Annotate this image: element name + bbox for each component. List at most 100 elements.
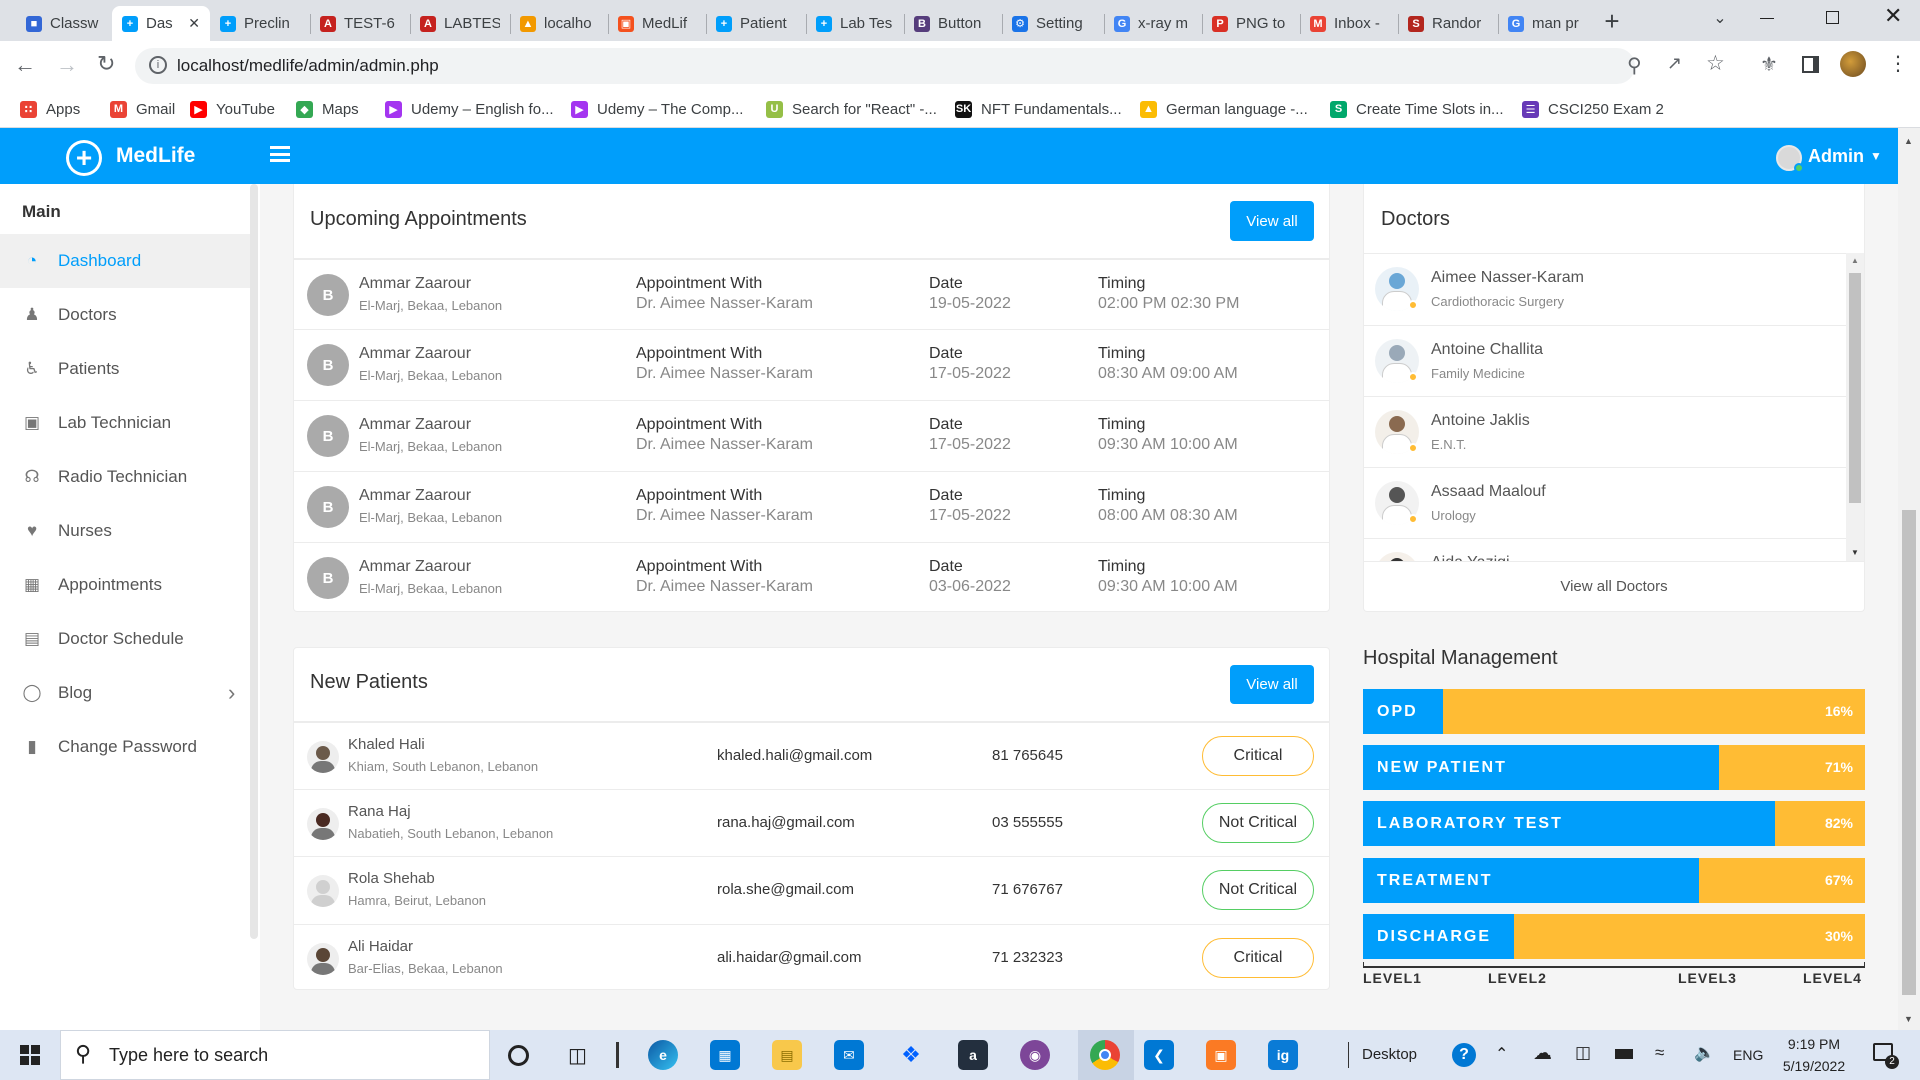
tab-title[interactable]: Classw (50, 15, 102, 32)
sidebar-item-patients[interactable]: ♿ Patients (0, 342, 258, 396)
status-badge[interactable]: Critical (1202, 736, 1314, 776)
tab-title[interactable]: PNG to (1236, 15, 1290, 32)
battery-icon[interactable] (1615, 1049, 1633, 1059)
page-scroll-up-icon[interactable]: ▲ (1904, 136, 1913, 146)
sidebar-item-lab-technician[interactable]: ▣ Lab Technician (0, 396, 258, 450)
patient-email[interactable]: rana.haj@gmail.com (717, 814, 855, 831)
maximize-icon[interactable] (1826, 11, 1839, 24)
site-info-icon[interactable]: i (149, 56, 167, 74)
bookmark-label[interactable]: German language -... (1166, 101, 1308, 118)
doctor-row[interactable]: Aimee Nasser-Karam Cardiothoracic Surgery (1364, 254, 1846, 325)
patient-name[interactable]: Ali Haidar (348, 938, 413, 955)
sidebar-item-change-password[interactable]: ▮ Change Password (0, 720, 258, 774)
clock-time[interactable]: 9:19 PM (1778, 1036, 1850, 1052)
bookmark-csci250-exam-2[interactable]: ☰ CSCI250 Exam 2 (1522, 97, 1664, 121)
patient-name[interactable]: Ammar Zaarour (359, 345, 471, 363)
tab-lab-tes[interactable]: + Lab Tes (806, 6, 904, 41)
tab-man-pr[interactable]: Gman pr (1498, 6, 1590, 41)
tab-labtes[interactable]: A LABTES (410, 6, 510, 41)
tab-randor[interactable]: S Randor (1398, 6, 1498, 41)
sidebar-scrollbar[interactable] (250, 184, 258, 939)
appointment-row[interactable]: B Ammar Zaarour El-Marj, Bekaa, Lebanon App… (294, 258, 1329, 329)
tab-title[interactable]: Lab Tes (840, 15, 894, 32)
bookmark-label[interactable]: Create Time Slots in... (1356, 101, 1504, 118)
windows-start-icon[interactable] (20, 1045, 40, 1065)
patient-name[interactable]: Rana Haj (348, 803, 411, 820)
doctors-scroll-thumb[interactable] (1849, 273, 1861, 503)
tab-close-icon[interactable]: ✕ (188, 15, 200, 32)
patient-row[interactable]: Khaled Hali Khiam, South Lebanon, Lebanon… (294, 721, 1329, 788)
share-icon[interactable]: ↗ (1667, 53, 1682, 74)
patient-email[interactable]: khaled.hali@gmail.com (717, 747, 872, 764)
bookmark-label[interactable]: YouTube (216, 101, 275, 118)
patient-row[interactable]: Ali Haidar Bar-Elias, Bekaa, Lebanon ali.h… (294, 923, 1329, 991)
microsoft-store-icon[interactable]: ▦ (710, 1040, 740, 1070)
tab-das[interactable]: + Das ✕ (112, 6, 210, 41)
sidebar-item-nurses[interactable]: ♥ Nurses (0, 504, 258, 558)
patient-email[interactable]: ali.haidar@gmail.com (717, 949, 861, 966)
user-dropdown-icon[interactable]: ▼ (1870, 149, 1882, 163)
xampp-icon[interactable]: ▣ (1206, 1040, 1236, 1070)
medlife-logo-icon[interactable]: + (66, 140, 102, 176)
tray-chevron-icon[interactable]: ⌃ (1495, 1044, 1508, 1064)
bookmark-udemy-english-fo[interactable]: ▶ Udemy – English fo... (385, 97, 554, 121)
doctor-row[interactable]: Aida Yazigi (1364, 538, 1846, 561)
doctor-name[interactable]: Antoine Jaklis (1431, 412, 1530, 430)
bookmark-label[interactable]: Search for "React" -... (792, 101, 937, 118)
patient-name[interactable]: Rola Shehab (348, 870, 435, 887)
tab-preclin[interactable]: + Preclin (210, 6, 310, 41)
sidebar-item-appointments[interactable]: ▦ Appointments (0, 558, 258, 612)
appointments-view-all-button[interactable]: View all (1230, 201, 1314, 241)
patient-name[interactable]: Ammar Zaarour (359, 487, 471, 505)
ig-app-icon[interactable]: ig (1268, 1040, 1298, 1070)
patient-row[interactable]: Rola Shehab Hamra, Beirut, Lebanon rola.sh… (294, 856, 1329, 923)
chrome-icon[interactable] (1090, 1040, 1120, 1070)
status-badge[interactable]: Critical (1202, 937, 1314, 978)
bookmark-maps[interactable]: ◆ Maps (296, 97, 359, 121)
user-name[interactable]: Admin (1808, 146, 1864, 167)
bookmark-label[interactable]: NFT Fundamentals... (981, 101, 1122, 118)
reload-icon[interactable]: ↻ (97, 51, 115, 77)
desktop-label[interactable]: Desktop (1362, 1046, 1417, 1063)
mail-icon[interactable]: ✉ (834, 1040, 864, 1070)
tab-patient[interactable]: + Patient (706, 6, 806, 41)
taskbar-search-placeholder[interactable]: Type here to search (109, 1045, 268, 1066)
doctor-row[interactable]: Antoine Jaklis E.N.T. (1364, 396, 1846, 467)
bookmark-label[interactable]: Udemy – English fo... (411, 101, 554, 118)
back-icon[interactable]: ← (14, 52, 36, 78)
page-scrollbar[interactable]: ▲ ▼ (1898, 128, 1920, 1030)
tab-medlif[interactable]: ▣ MedLif (608, 6, 706, 41)
device-icon[interactable]: ◫ (1575, 1043, 1591, 1063)
url-text[interactable]: localhost/medlife/admin/admin.php (177, 56, 439, 76)
wifi-icon[interactable]: ≈ (1655, 1043, 1664, 1063)
bookmark-apps[interactable]: ∷ Apps (20, 97, 80, 121)
tab-title[interactable]: Patient (740, 15, 796, 32)
zoom-icon[interactable]: ⚲ (1627, 53, 1642, 78)
doctor-name[interactable]: Antoine Challita (1431, 341, 1543, 359)
taskbar-search-box[interactable]: ⚲ Type here to search (60, 1030, 490, 1080)
browser-menu-icon[interactable]: ⋮ (1888, 51, 1908, 76)
tab-title[interactable]: Inbox - (1334, 15, 1388, 32)
doctors-scroll-down-icon[interactable]: ▼ (1851, 548, 1859, 557)
page-scroll-thumb[interactable] (1902, 510, 1916, 995)
onedrive-icon[interactable]: ☁ (1533, 1042, 1552, 1065)
sidebar-item-doctor-schedule[interactable]: ▤ Doctor Schedule (0, 612, 258, 666)
cortana-icon[interactable] (508, 1045, 529, 1066)
help-icon[interactable]: ? (1452, 1043, 1476, 1067)
new-tab-button[interactable]: + (1597, 6, 1627, 36)
address-bar[interactable]: i localhost/medlife/admin/admin.php ⚲ ↗ … (135, 48, 1725, 84)
clock-date[interactable]: 5/19/2022 (1770, 1058, 1858, 1074)
status-badge[interactable]: Not Critical (1202, 870, 1314, 910)
tab-classw[interactable]: ■ Classw (16, 6, 112, 41)
file-explorer-icon[interactable]: ▤ (772, 1040, 802, 1070)
appointment-row[interactable]: B Ammar Zaarour El-Marj, Bekaa, Lebanon App… (294, 400, 1329, 471)
view-all-doctors-link[interactable]: View all Doctors (1364, 561, 1864, 611)
sidebar-item-blog[interactable]: ◯ Blog › (0, 666, 258, 720)
bookmark-label[interactable]: Udemy – The Comp... (597, 101, 743, 118)
bookmark-label[interactable]: Gmail (136, 101, 175, 118)
vscode-icon[interactable]: ❮ (1144, 1040, 1174, 1070)
tab-png-to[interactable]: P PNG to (1202, 6, 1300, 41)
tab-test-6[interactable]: A TEST-6 (310, 6, 410, 41)
appointment-row[interactable]: B Ammar Zaarour El-Marj, Bekaa, Lebanon App… (294, 329, 1329, 400)
tab-title[interactable]: Preclin (244, 15, 300, 32)
